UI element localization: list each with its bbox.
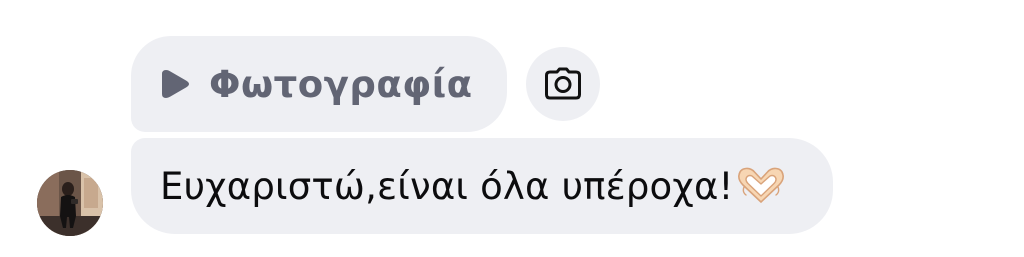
chat-thread: Φωτογραφία Ευχαριστώ,είναι όλα υπέροχα! — [0, 0, 1024, 257]
camera-icon — [545, 67, 581, 100]
message-body: Ευχαριστώ,είναι όλα υπέροχα! — [160, 164, 734, 208]
heart-hands-icon — [737, 167, 784, 203]
message-bubble[interactable]: Ευχαριστώ,είναι όλα υπέροχα! — [131, 138, 833, 234]
avatar[interactable] — [37, 170, 103, 236]
play-icon — [162, 70, 189, 98]
photo-attachment-label: Φωτογραφία — [209, 62, 473, 106]
message-text: Ευχαριστώ,είναι όλα υπέροχα! — [160, 165, 786, 208]
camera-button[interactable] — [526, 47, 600, 121]
photo-attachment-bubble[interactable]: Φωτογραφία — [131, 36, 507, 132]
avatar-photo — [37, 170, 103, 236]
